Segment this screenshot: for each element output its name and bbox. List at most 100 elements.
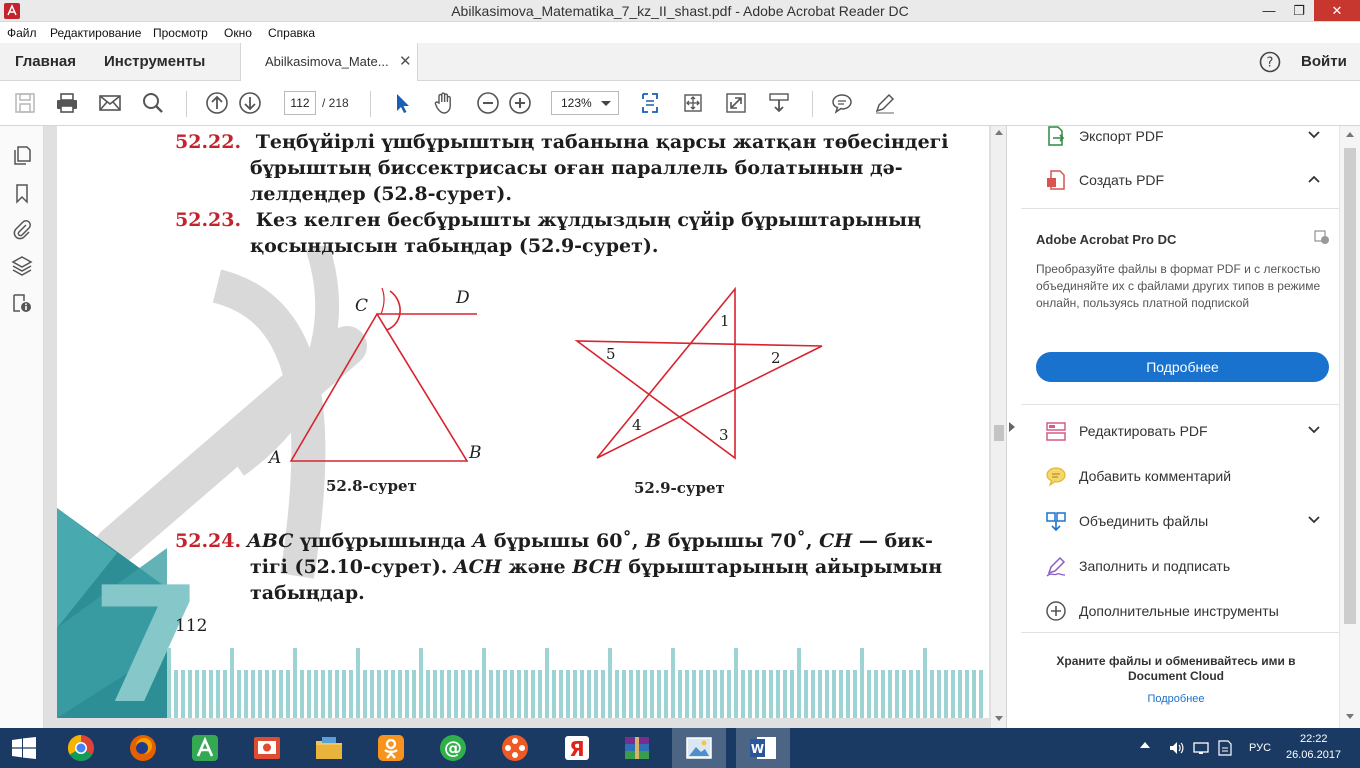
- tool-fill-sign[interactable]: Заполнить и подписать: [1021, 544, 1339, 588]
- windows-start-icon[interactable]: [12, 737, 36, 759]
- decorative-stripe: [895, 670, 899, 718]
- taskbar-odnoklassniki[interactable]: [364, 728, 418, 768]
- taskbar-yandex-browser[interactable]: Я: [550, 728, 604, 768]
- chevron-down-icon[interactable]: [1307, 513, 1321, 527]
- login-button[interactable]: Войти: [1301, 53, 1347, 70]
- clock-date[interactable]: 26.06.2017: [1286, 749, 1341, 761]
- document-scrollbar[interactable]: [990, 126, 1006, 728]
- decorative-stripe: [664, 670, 668, 718]
- scroll-up-icon[interactable]: [1346, 132, 1354, 137]
- tools-pane-scrollbar[interactable]: [1339, 126, 1360, 728]
- decorative-stripe: [846, 670, 850, 718]
- divider: [1021, 632, 1339, 633]
- bookmarks-icon[interactable]: [11, 182, 33, 204]
- taskbar-firefox[interactable]: [116, 728, 170, 768]
- taskbar-green-app[interactable]: [178, 728, 232, 768]
- minimize-button[interactable]: —: [1254, 0, 1284, 21]
- tab-tools[interactable]: Инструменты: [104, 53, 205, 70]
- document-viewport[interactable]: 7 52.22. Теңбүйірлі үшбұрыштың табанына …: [44, 126, 990, 728]
- save-icon[interactable]: [13, 91, 37, 115]
- show-hidden-icons-icon[interactable]: [1140, 742, 1150, 748]
- learn-more-button[interactable]: Подробнее: [1036, 352, 1329, 382]
- tool-label: Дополнительные инструменты: [1079, 603, 1279, 619]
- scroll-thumb[interactable]: [1344, 148, 1356, 624]
- input-language[interactable]: РУС: [1249, 742, 1271, 754]
- tool-label: Редактировать PDF: [1079, 423, 1208, 439]
- collapse-right-pane-icon[interactable]: [1009, 422, 1015, 432]
- scroll-down-icon[interactable]: [1346, 714, 1354, 719]
- clock-time[interactable]: 22:22: [1300, 733, 1328, 745]
- chevron-up-icon[interactable]: [1307, 172, 1321, 186]
- volume-icon[interactable]: [1168, 740, 1184, 756]
- taskbar-winrar[interactable]: [610, 728, 664, 768]
- decorative-stripe: [930, 670, 934, 718]
- decorative-stripe: [783, 670, 787, 718]
- download-icon[interactable]: [767, 91, 791, 115]
- taskbar-media-app[interactable]: [488, 728, 542, 768]
- fit-page-icon[interactable]: [638, 91, 662, 115]
- problem-text: Кез келген бесбұрышты жұлдыздың сүйір бұ…: [255, 209, 922, 231]
- document-cloud-link[interactable]: Подробнее: [1031, 693, 1321, 705]
- tool-combine-files[interactable]: Объединить файлы: [1021, 499, 1339, 543]
- taskbar-word[interactable]: W: [736, 728, 790, 768]
- page-number-input[interactable]: 112: [284, 91, 316, 115]
- attachments-icon[interactable]: [11, 218, 33, 240]
- scroll-up-icon[interactable]: [995, 130, 1003, 135]
- tool-add-comment[interactable]: Добавить комментарий: [1021, 454, 1339, 498]
- tool-more-tools[interactable]: Дополнительные инструменты: [1021, 589, 1339, 633]
- action-center-icon[interactable]: [1217, 740, 1233, 756]
- zoom-select[interactable]: 123%: [551, 91, 619, 115]
- decorative-stripe: [867, 670, 871, 718]
- menu-help[interactable]: Справка: [268, 26, 315, 40]
- layers-icon[interactable]: [11, 254, 33, 276]
- promo-settings-icon[interactable]: [1313, 228, 1331, 246]
- chevron-down-icon[interactable]: [1307, 128, 1321, 142]
- hand-tool-icon[interactable]: [432, 91, 456, 115]
- tab-bar: Главная Инструменты Abilkasimova_Mate...…: [0, 43, 1360, 81]
- next-page-icon[interactable]: [238, 91, 262, 115]
- decorative-stripe: [258, 670, 262, 718]
- tool-label: Добавить комментарий: [1079, 468, 1232, 484]
- chevron-down-icon[interactable]: [1307, 423, 1321, 437]
- decorative-stripe: [454, 670, 458, 718]
- print-icon[interactable]: [55, 91, 79, 115]
- taskbar-chrome[interactable]: [54, 728, 108, 768]
- taskbar-mail-app[interactable]: @: [426, 728, 480, 768]
- close-window-button[interactable]: ✕: [1314, 0, 1360, 21]
- tab-document[interactable]: Abilkasimova_Mate... ✕: [240, 43, 418, 81]
- tool-edit-pdf[interactable]: Редактировать PDF: [1021, 409, 1339, 453]
- email-icon[interactable]: [98, 91, 122, 115]
- scroll-thumb[interactable]: [994, 425, 1004, 441]
- page-thumbnails-icon[interactable]: [11, 144, 33, 166]
- menu-window[interactable]: Окно: [224, 26, 252, 40]
- restore-button[interactable]: ❐: [1284, 0, 1314, 21]
- comment-icon[interactable]: [830, 91, 854, 115]
- taskbar-file-explorer[interactable]: [302, 728, 356, 768]
- accessibility-icon[interactable]: [11, 292, 33, 314]
- decorative-stripe: [776, 670, 780, 718]
- menu-edit[interactable]: Редактирование: [50, 26, 141, 40]
- highlight-pen-icon[interactable]: [873, 91, 897, 115]
- decorative-stripe: [272, 670, 276, 718]
- menu-file[interactable]: Файл: [7, 26, 37, 40]
- search-icon[interactable]: [141, 91, 165, 115]
- previous-page-icon[interactable]: [205, 91, 229, 115]
- scroll-down-icon[interactable]: [995, 716, 1003, 721]
- taskbar-presentation-app[interactable]: [240, 728, 294, 768]
- menu-view[interactable]: Просмотр: [153, 26, 208, 40]
- network-icon[interactable]: [1193, 740, 1209, 756]
- full-screen-icon[interactable]: [724, 91, 748, 115]
- scroll-mode-icon[interactable]: [681, 91, 705, 115]
- decorative-stripe: [447, 670, 451, 718]
- zoom-out-icon[interactable]: [476, 91, 500, 115]
- close-tab-icon[interactable]: ✕: [399, 52, 412, 70]
- taskbar-photo-viewer[interactable]: [672, 728, 726, 768]
- zoom-in-icon[interactable]: [508, 91, 532, 115]
- decorative-stripe: [265, 670, 269, 718]
- tool-export-pdf[interactable]: Экспорт PDF: [1021, 114, 1339, 158]
- select-cursor-icon[interactable]: [390, 91, 414, 115]
- tool-create-pdf[interactable]: Создать PDF: [1021, 158, 1339, 202]
- decorative-stripe: [692, 670, 696, 718]
- help-icon[interactable]: ?: [1259, 51, 1281, 73]
- tab-home[interactable]: Главная: [15, 53, 76, 70]
